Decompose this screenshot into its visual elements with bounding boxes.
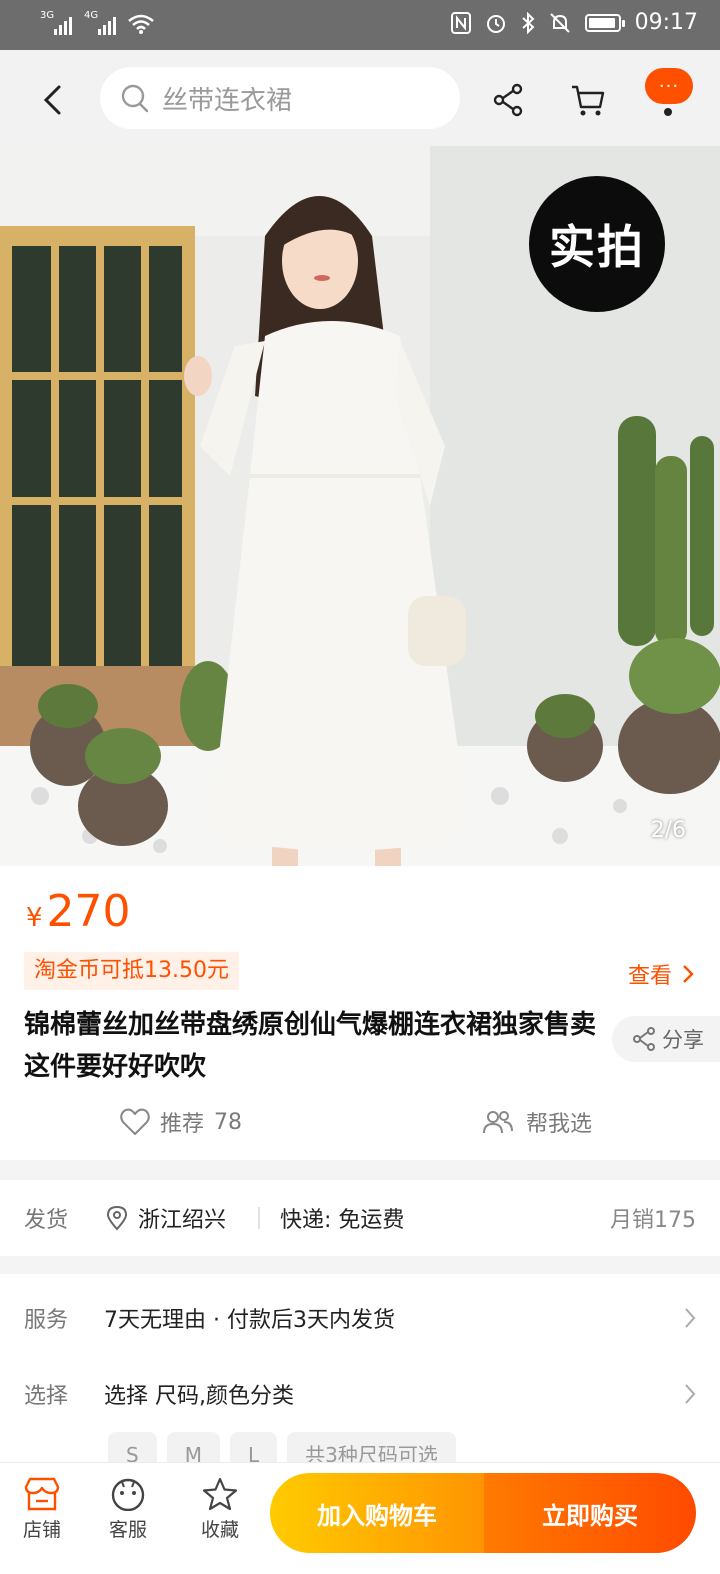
chat-icon — [111, 1478, 145, 1511]
favorite-label: 收藏 — [200, 1519, 239, 1541]
top-nav-bar: 丝带连衣裙 ··· — [0, 50, 720, 146]
location-pin-icon — [106, 1205, 128, 1231]
shipping-label: 发货 — [24, 1208, 69, 1233]
add-to-cart-button[interactable]: 加入购物车 — [270, 1473, 484, 1553]
help-me-choose-label: 帮我选 — [526, 1112, 593, 1137]
select-value: 选择 尺码,颜色分类 — [104, 1384, 294, 1409]
recommend-button[interactable]: 推荐 78 — [120, 1106, 242, 1138]
more-icon: ··· — [658, 75, 680, 97]
recommend-count: 78 — [214, 1109, 243, 1135]
shipping-info-row: 发货 浙江绍兴 快递: 免运费 月销175 — [0, 1180, 720, 1256]
location-text: 浙江绍兴 — [138, 1208, 227, 1233]
star-icon — [202, 1477, 238, 1511]
notification-dot — [664, 108, 672, 116]
help-me-choose-button[interactable]: 帮我选 — [482, 1106, 592, 1138]
product-title: 锦棉蕾丝加丝带盘绣原创仙气爆棚连衣裙独家售卖这件要好好吹吹 — [24, 1010, 597, 1082]
express-fee: 快递: 免运费 — [280, 1208, 405, 1233]
search-placeholder: 丝带连衣裙 — [162, 85, 293, 116]
status-bar: 3G 4G 09:17 — [0, 0, 720, 50]
image-page-indicator: 2/6 — [650, 818, 686, 843]
coin-discount-badge: 淘金币可抵13.50元 — [24, 952, 239, 990]
search-input[interactable]: 丝带连衣裙 — [100, 67, 460, 129]
bluetooth-icon — [521, 11, 535, 34]
bottom-action-bar: 店铺 客服 收藏 加入购物车 立即购买 — [0, 1462, 720, 1560]
heart-icon — [120, 1108, 150, 1135]
select-options-row[interactable]: 选择 选择 尺码,颜色分类 — [0, 1356, 720, 1432]
people-icon — [483, 1111, 513, 1134]
service-value: 7天无理由 · 付款后3天内发货 — [104, 1308, 395, 1333]
clock: 09:17 — [634, 10, 698, 35]
customer-service-tab[interactable]: 客服 — [98, 1477, 158, 1542]
share-icon — [633, 1027, 655, 1051]
cart-icon — [572, 85, 605, 116]
share-button[interactable] — [486, 78, 530, 122]
cart-button[interactable] — [566, 78, 610, 122]
shop-tab-label: 店铺 — [22, 1519, 61, 1541]
battery-icon — [584, 13, 625, 32]
buy-now-button[interactable]: 立即购买 — [484, 1473, 696, 1553]
nfc-icon — [450, 11, 471, 34]
chevron-left-icon — [43, 85, 61, 115]
price-value: 270 — [46, 886, 131, 937]
chevron-right-icon — [685, 1308, 696, 1328]
favorite-tab[interactable]: 收藏 — [190, 1477, 250, 1542]
currency-symbol: ¥ — [26, 903, 43, 933]
signal-4g-icon: 4G — [84, 11, 116, 35]
shop-tab[interactable]: 店铺 — [12, 1477, 72, 1542]
search-icon — [121, 84, 149, 113]
select-label: 选择 — [24, 1384, 69, 1409]
recommend-label: 推荐 — [160, 1112, 205, 1137]
signal-3g-icon: 3G — [40, 11, 72, 35]
shop-icon — [24, 1477, 60, 1511]
view-discount-link[interactable]: 查看 — [628, 958, 694, 990]
back-button[interactable] — [30, 78, 74, 122]
price: ¥ 270 — [26, 886, 131, 937]
chevron-right-icon — [683, 965, 694, 983]
product-image[interactable]: 实拍 2/6 — [0, 146, 720, 866]
wifi-icon — [128, 14, 154, 34]
service-label: 服务 — [24, 1308, 69, 1333]
share-product-button[interactable]: 分享 — [612, 1016, 720, 1062]
more-button[interactable]: ··· — [645, 68, 693, 104]
alarm-icon — [486, 14, 505, 33]
view-link-label: 查看 — [627, 964, 672, 989]
customer-service-label: 客服 — [108, 1519, 147, 1541]
share-label: 分享 — [662, 1028, 704, 1052]
ship-from-location: 浙江绍兴 — [106, 1202, 226, 1234]
share-icon — [493, 83, 523, 117]
divider — [258, 1207, 260, 1229]
mute-icon — [549, 12, 570, 33]
product-info-card: ¥ 270 淘金币可抵13.50元 查看 锦棉蕾丝加丝带盘绣原创仙气爆棚连衣裙独… — [0, 866, 720, 1160]
live-photo-badge: 实拍 — [529, 176, 665, 312]
service-row[interactable]: 服务 7天无理由 · 付款后3天内发货 — [0, 1280, 720, 1356]
monthly-sales: 月销175 — [610, 1208, 696, 1233]
chevron-right-icon — [685, 1384, 696, 1404]
